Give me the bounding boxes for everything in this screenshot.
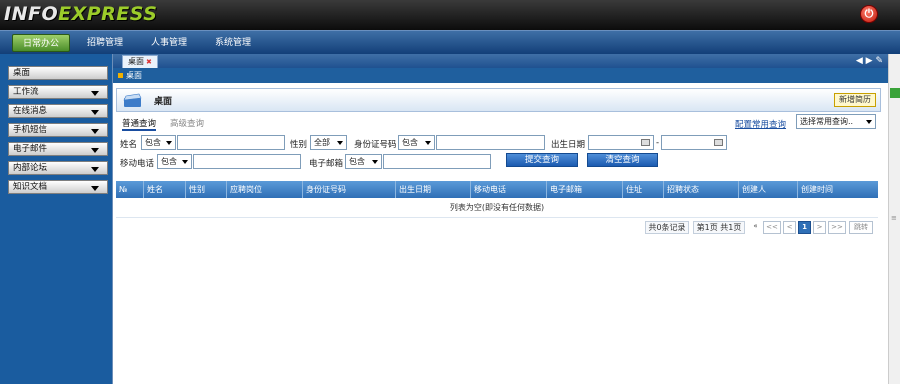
last-page-button[interactable]: >> [828, 221, 846, 234]
pin-icon[interactable]: ✎ [875, 56, 883, 66]
config-query-link[interactable]: 配置常用查询 [735, 118, 786, 130]
record-count: 共0条记录 [645, 221, 689, 234]
col-header[interactable]: 姓名 [143, 181, 163, 198]
chevron-down-icon [91, 148, 99, 153]
idcard-input[interactable] [436, 135, 545, 150]
main-nav: 日常办公 招聘管理 人事管理 系统管理 [0, 30, 900, 54]
birth-end-input[interactable] [661, 135, 727, 150]
sidebar-item-email[interactable]: 电子邮件 [8, 142, 108, 156]
common-query-select[interactable]: 选择常用查询.. [796, 114, 876, 129]
name-input[interactable] [177, 135, 285, 150]
chevron-down-icon [91, 91, 99, 96]
chevron-down-icon [866, 120, 872, 124]
nav-tab-system[interactable]: 系统管理 [208, 34, 258, 52]
prev-arrow-icon[interactable]: ◀ [856, 56, 863, 66]
col-header[interactable]: 招聘状态 [663, 181, 699, 198]
sidebar: 桌面 工作流 在线消息 手机短信 电子邮件 内部论坛 知识文档 [0, 54, 112, 384]
chevron-down-icon [166, 141, 172, 145]
table-header: № 姓名 性别 应聘岗位 身份证号码 出生日期 移动电话 电子邮箱 住址 招聘状… [116, 181, 878, 198]
main-content: 桌面 ✖ ◀ ▶ ✎ 桌面 桌面 新增简历 普通查询 高级查询 配置常用查询 选择… [112, 54, 889, 384]
empty-list-message: 列表为空(即没有任何数据) [116, 198, 878, 218]
chevron-down-icon [182, 160, 188, 164]
top-banner: INFOEXPRESS ⏻ [0, 0, 900, 30]
birth-start-input[interactable] [588, 135, 654, 150]
add-resume-button[interactable]: 新增简历 [834, 93, 876, 107]
col-header[interactable]: 创建人 [738, 181, 766, 198]
gender-select[interactable]: 全部 [310, 135, 347, 150]
email-op-select[interactable]: 包含 [345, 154, 382, 169]
sidebar-item-messages[interactable]: 在线消息 [8, 104, 108, 118]
chevron-down-icon [91, 129, 99, 134]
submit-query-button[interactable]: 提交查询 [506, 153, 578, 167]
next-page-button[interactable]: > [813, 221, 826, 234]
chevron-down-icon [337, 141, 343, 145]
calendar-icon[interactable] [641, 139, 650, 146]
sidebar-item-forum[interactable]: 内部论坛 [8, 161, 108, 175]
prev-page-button[interactable]: < [783, 221, 796, 234]
email-input[interactable] [383, 154, 491, 169]
col-header[interactable]: 移动电话 [470, 181, 506, 198]
chevron-down-icon [91, 110, 99, 115]
nav-tab-daily-office[interactable]: 日常办公 [12, 34, 70, 52]
chevron-down-icon [91, 186, 99, 191]
nav-tab-hr[interactable]: 人事管理 [144, 34, 194, 52]
name-label: 姓名 [120, 140, 138, 150]
close-icon[interactable]: ✖ [146, 58, 152, 66]
col-header[interactable]: 电子邮箱 [546, 181, 582, 198]
col-header[interactable]: 性别 [185, 181, 205, 198]
tab-normal-query[interactable]: 普通查询 [122, 117, 157, 131]
sidebar-item-sms[interactable]: 手机短信 [8, 123, 108, 137]
sidebar-item-desktop[interactable]: 桌面 [8, 66, 108, 80]
gender-label: 性别 [290, 140, 308, 150]
nav-tab-recruitment[interactable]: 招聘管理 [80, 34, 130, 52]
email-label: 电子邮箱 [309, 159, 344, 169]
chevron-down-icon [425, 141, 431, 145]
calendar-icon[interactable] [714, 139, 723, 146]
clear-query-button[interactable]: 清空查询 [587, 153, 658, 167]
panel-header: 桌面 新增简历 [116, 88, 881, 112]
breadcrumb: 桌面 [113, 68, 889, 83]
birth-label: 出生日期 [551, 140, 586, 150]
folder-icon [123, 93, 142, 107]
scroll-grip-icon[interactable]: ≡ [891, 214, 899, 222]
power-icon[interactable]: ⏻ [860, 5, 878, 23]
jump-page-button[interactable]: 跳转 [849, 221, 873, 234]
col-header[interactable]: 应聘岗位 [226, 181, 262, 198]
scroll-up-icon[interactable] [890, 88, 900, 98]
col-header[interactable]: № [116, 181, 127, 198]
tab-desktop[interactable]: 桌面 ✖ [122, 55, 158, 68]
col-header[interactable]: 身份证号码 [302, 181, 346, 198]
chevron-down-icon [91, 167, 99, 172]
page-title: 桌面 [154, 97, 173, 107]
name-op-select[interactable]: 包含 [141, 135, 176, 150]
page-info: 第1页 共1页 [693, 221, 745, 234]
idcard-op-select[interactable]: 包含 [398, 135, 435, 150]
mobile-input[interactable] [193, 154, 301, 169]
current-page-button[interactable]: 1 [798, 221, 811, 234]
content-tabbar: 桌面 ✖ ◀ ▶ ✎ [113, 54, 889, 68]
mobile-label: 移动电话 [120, 159, 155, 169]
idcard-label: 身份证号码 [354, 140, 397, 150]
col-header[interactable]: 创建时间 [797, 181, 833, 198]
sidebar-item-workflow[interactable]: 工作流 [8, 85, 108, 99]
sidebar-item-docs[interactable]: 知识文档 [8, 180, 108, 194]
pager-dots: « [753, 222, 758, 230]
first-page-button[interactable]: << [763, 221, 781, 234]
bullet-icon [118, 73, 123, 78]
tab-controls: ◀ ▶ ✎ [856, 56, 883, 66]
date-separator: - [656, 138, 660, 148]
col-header[interactable]: 出生日期 [395, 181, 431, 198]
col-header[interactable]: 住址 [622, 181, 642, 198]
vertical-scrollbar[interactable]: ≡ [888, 54, 900, 384]
tab-advanced-query[interactable]: 高级查询 [170, 117, 204, 129]
mobile-op-select[interactable]: 包含 [157, 154, 192, 169]
next-arrow-icon[interactable]: ▶ [866, 56, 873, 66]
chevron-down-icon [372, 160, 378, 164]
app-logo: INFOEXPRESS [4, 3, 158, 25]
